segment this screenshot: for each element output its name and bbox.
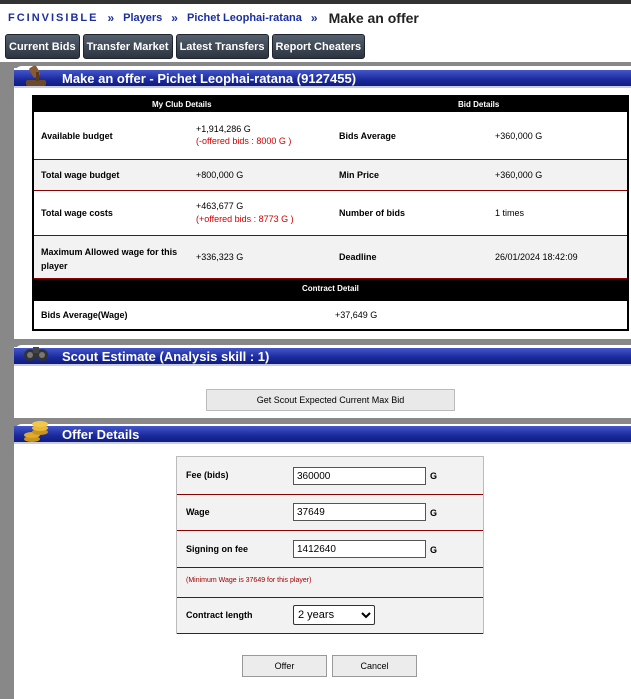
contract-length-label: Contract length	[186, 610, 253, 620]
signing-fee-currency: G	[430, 545, 438, 555]
coins-icon	[24, 421, 48, 442]
max-wage-value: +336,323 G	[196, 252, 244, 262]
wage-label: Wage	[186, 507, 210, 517]
deadline-label: Deadline	[339, 252, 377, 262]
scout-header: Scout Estimate (Analysis skill : 1)	[14, 347, 631, 366]
breadcrumb-brand[interactable]: FCINVISIBLE	[8, 12, 98, 24]
max-wage-label: Maximum Allowed wage for this player	[41, 247, 178, 271]
offer-form: Fee (bids) G Wage G Signing on fee G (Mi…	[176, 456, 484, 634]
tab-transfer-market[interactable]: Transfer Market	[82, 34, 173, 59]
table-row: Bids Average(Wage) +37,649 G	[34, 301, 627, 329]
breadcrumb-separator: »	[107, 11, 115, 25]
cancel-button[interactable]: Cancel	[332, 655, 417, 677]
scout-estimate-button[interactable]: Get Scout Expected Current Max Bid	[206, 389, 455, 411]
offer-details-header: Offer Details	[14, 421, 631, 444]
table-row: Maximum Allowed wage for this player +33…	[34, 236, 627, 279]
scout-title: Scout Estimate (Analysis skill : 1)	[62, 349, 270, 364]
offer-details-title: Offer Details	[62, 427, 140, 442]
divider	[177, 567, 483, 568]
divider	[177, 597, 483, 598]
total-wage-costs-value: +463,677 G	[196, 201, 244, 211]
table-row: Total wage costs +463,677 G (+offered bi…	[34, 191, 627, 236]
tab-report-cheaters[interactable]: Report Cheaters	[271, 34, 366, 59]
available-budget-label: Available budget	[41, 131, 113, 141]
table-header: My Club Details Bid Details	[34, 97, 627, 112]
nav-tabs: Current Bids Transfer Market Latest Tran…	[5, 34, 366, 59]
contract-header-label: Contract Detail	[302, 284, 359, 293]
bids-average-value: +360,000 G	[495, 131, 543, 141]
table-row: Available budget +1,914,286 G (-offered …	[34, 112, 627, 160]
fee-label: Fee (bids)	[186, 470, 229, 480]
my-club-header: My Club Details	[152, 100, 212, 109]
signing-fee-input[interactable]	[293, 540, 426, 558]
total-wage-budget-value: +800,000 G	[196, 170, 244, 180]
gavel-icon	[26, 65, 46, 86]
available-budget-value: +1,914,286 G	[196, 124, 251, 134]
total-wage-costs-label: Total wage costs	[41, 208, 113, 218]
min-wage-note: (Minimum Wage is 37649 for this player)	[186, 577, 312, 584]
wage-currency: G	[430, 508, 438, 518]
bid-details-table: My Club Details Bid Details Available bu…	[32, 95, 629, 331]
divider	[177, 494, 483, 495]
wage-input[interactable]	[293, 503, 426, 521]
contract-length-select[interactable]: 2 years	[293, 605, 375, 625]
total-wage-budget-label: Total wage budget	[41, 170, 120, 180]
divider	[177, 530, 483, 531]
binoculars-icon	[24, 347, 48, 361]
table-row: Total wage budget +800,000 G Min Price +…	[34, 160, 627, 191]
contract-wage-value: +37,649 G	[335, 310, 378, 320]
number-of-bids-value: 1 times	[495, 208, 525, 218]
breadcrumb-players[interactable]: Players	[123, 12, 162, 24]
make-offer-header: Make an offer - Pichet Leophai-ratana (9…	[14, 65, 631, 88]
breadcrumb-separator: »	[171, 11, 178, 25]
offered-wage-note: (+offered bids : 8773 G )	[196, 214, 294, 224]
make-offer-title: Make an offer - Pichet Leophai-ratana (9…	[62, 71, 357, 86]
offered-bids-note: (-offered bids : 8000 G )	[196, 136, 292, 146]
contract-header: Contract Detail	[34, 279, 627, 301]
breadcrumb-separator: »	[310, 11, 318, 25]
tab-current-bids[interactable]: Current Bids	[5, 34, 80, 59]
min-price-label: Min Price	[339, 170, 380, 180]
top-bar	[0, 0, 631, 4]
contract-wage-label: Bids Average(Wage)	[41, 310, 128, 320]
signing-fee-label: Signing on fee	[186, 544, 248, 554]
number-of-bids-label: Number of bids	[339, 208, 406, 218]
bids-average-label: Bids Average	[339, 131, 396, 141]
fee-input[interactable]	[293, 467, 426, 485]
page-title: Make an offer	[328, 10, 419, 26]
fee-currency: G	[430, 471, 438, 481]
deadline-value: 26/01/2024 18:42:09	[495, 252, 578, 262]
offer-button[interactable]: Offer	[242, 655, 327, 677]
divider	[177, 633, 483, 634]
min-price-value: +360,000 G	[495, 170, 543, 180]
breadcrumb: FCINVISIBLE » Players » Pichet Leophai-r…	[8, 8, 419, 28]
tab-latest-transfers[interactable]: Latest Transfers	[175, 34, 269, 59]
breadcrumb-player[interactable]: Pichet Leophai-ratana	[187, 12, 302, 24]
left-frame	[0, 62, 14, 699]
bid-details-header: Bid Details	[458, 100, 500, 109]
